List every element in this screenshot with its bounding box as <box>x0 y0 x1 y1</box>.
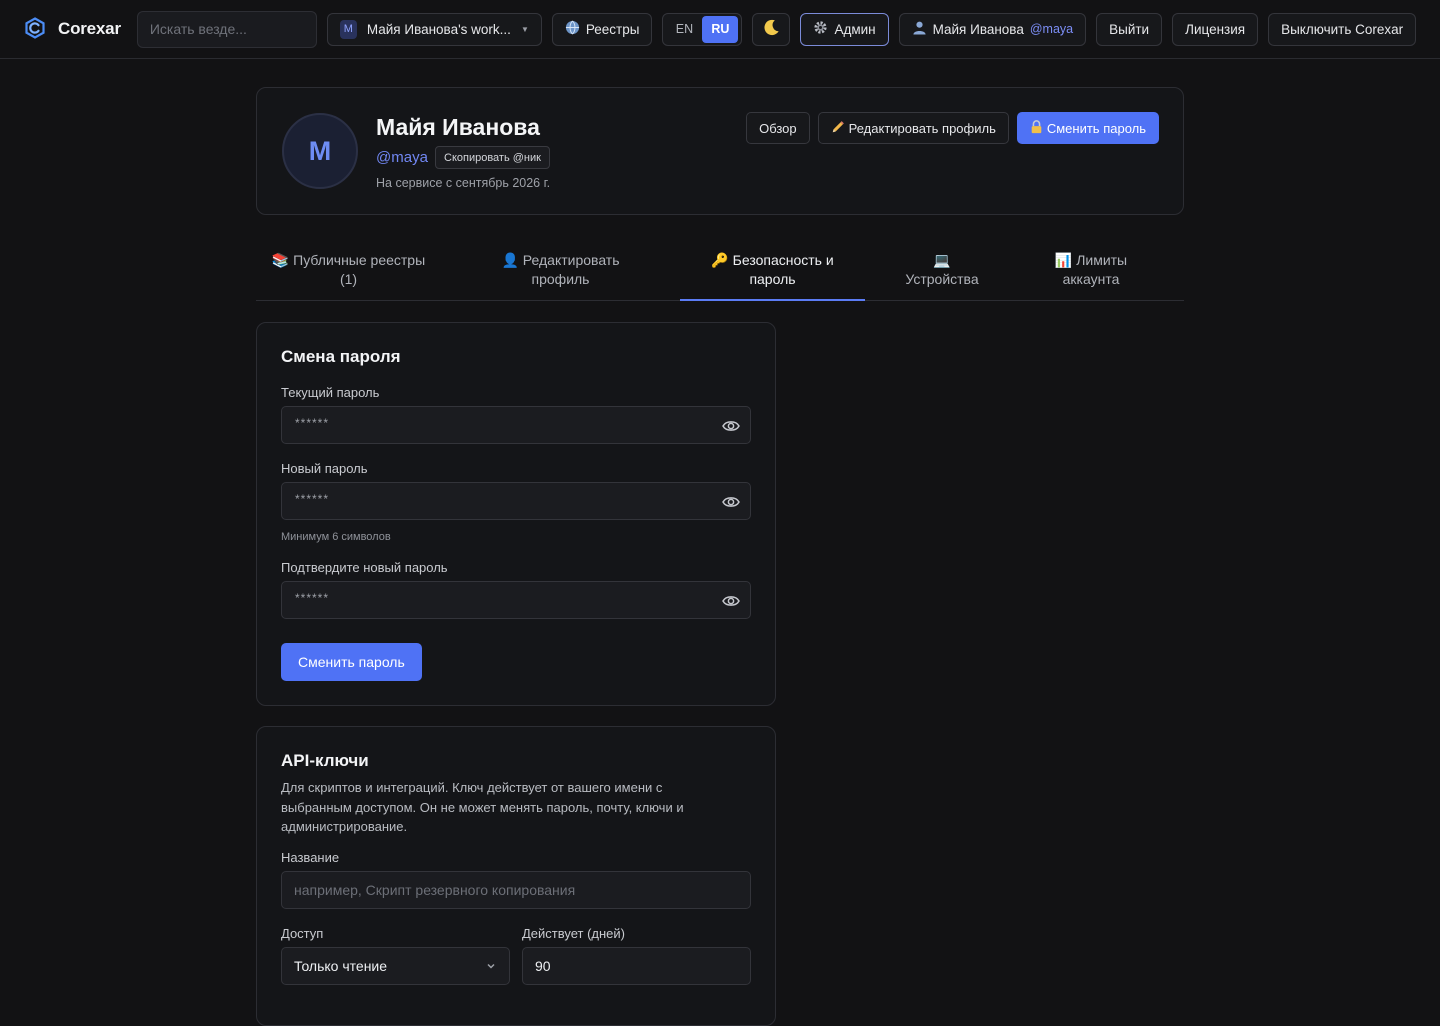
api-keys-card: API-ключи Для скриптов и интеграций. Клю… <box>256 726 776 1026</box>
eye-icon[interactable] <box>721 492 741 512</box>
workspace-avatar: M <box>339 19 357 39</box>
theme-toggle-button[interactable] <box>752 12 791 46</box>
eye-icon[interactable] <box>721 416 741 436</box>
tab-security-line2: пароль <box>749 271 796 287</box>
current-password-field[interactable]: ****** <box>281 406 751 444</box>
valid-days-input[interactable]: 90 <box>522 947 751 985</box>
profile-handle: @maya <box>376 149 428 166</box>
admin-button[interactable]: Админ <box>800 12 889 46</box>
logout-button[interactable]: Выйти <box>1096 12 1163 46</box>
main-content: M Майя Иванова @maya Скопировать @ник На… <box>256 87 1184 1026</box>
shutdown-button[interactable]: Выключить Corexar <box>1268 12 1417 46</box>
lang-ru-button[interactable]: RU <box>702 15 739 43</box>
laptop-icon: 💻 <box>933 252 951 268</box>
tab-security[interactable]: 🔑 Безопасность и пароль <box>680 247 865 301</box>
user-menu-button[interactable]: Майя Иванова @maya <box>898 12 1087 46</box>
books-icon: 📚 <box>271 252 290 268</box>
change-password-submit-button[interactable]: Сменить пароль <box>281 643 422 681</box>
change-password-card: Смена пароля Текущий пароль ****** Новый… <box>256 322 776 706</box>
overview-button[interactable]: Обзор <box>746 112 810 144</box>
change-password-header-label: Сменить пароль <box>1046 120 1146 136</box>
user-name: Майя Иванова <box>932 21 1024 37</box>
user-handle: @maya <box>1029 22 1074 36</box>
api-key-name-input[interactable] <box>281 871 751 909</box>
confirm-password-value: ****** <box>295 591 330 605</box>
pencil-icon <box>831 120 845 137</box>
corexar-logo-icon <box>24 16 46 42</box>
tab-devices[interactable]: 💻 Устройства <box>892 247 992 301</box>
bar-chart-icon: 📊 <box>1054 252 1073 268</box>
lang-en-button[interactable]: EN <box>666 16 702 43</box>
registries-button[interactable]: Реестры <box>551 12 653 46</box>
overview-label: Обзор <box>759 120 797 136</box>
tab-public-line2: (1) <box>339 271 358 287</box>
key-icon: 🔑 <box>711 252 729 268</box>
access-label: Доступ <box>281 926 324 941</box>
access-select[interactable]: Только чтение <box>281 947 510 985</box>
search-input[interactable] <box>136 10 317 48</box>
profile-tabs: 📚 Публичные реестры (1) 👤 Редактировать … <box>256 247 1184 301</box>
tab-edit-profile[interactable]: 👤 Редактировать профиль <box>468 247 653 301</box>
tab-public-registries[interactable]: 📚 Публичные реестры (1) <box>256 247 441 301</box>
valid-days-label: Действует (дней) <box>522 926 626 941</box>
workspace-label: Майя Иванова's work... <box>366 21 511 37</box>
password-hint: Минимум 6 символов <box>281 531 391 543</box>
workspace-switcher[interactable]: M Майя Иванова's work... ▼ <box>326 12 542 46</box>
top-bar: Corexar M Майя Иванова's work... ▼ Реест… <box>0 0 1440 59</box>
globe-icon <box>565 20 580 38</box>
tab-limits-line1: Лимиты <box>1076 252 1128 268</box>
brand[interactable]: Corexar <box>24 16 121 42</box>
chevron-down-icon <box>485 959 497 975</box>
tab-limits-line2: аккаунта <box>1062 271 1120 287</box>
tab-public-line1: Публичные реестры <box>293 252 426 268</box>
profile-name: Майя Иванова <box>376 114 540 140</box>
new-password-label: Новый пароль <box>281 461 368 476</box>
admin-label: Админ <box>834 21 876 37</box>
new-password-value: ****** <box>295 492 330 506</box>
eye-icon[interactable] <box>721 591 741 611</box>
current-password-label: Текущий пароль <box>281 385 380 400</box>
edit-profile-label: Редактировать профиль <box>848 120 996 136</box>
language-switcher: EN RU <box>662 12 743 46</box>
api-key-name-label: Название <box>281 850 340 865</box>
tab-edit-line1: Редактировать <box>522 252 620 268</box>
valid-days-value: 90 <box>535 958 551 974</box>
confirm-password-field[interactable]: ****** <box>281 581 751 619</box>
user-icon: 👤 <box>501 252 519 268</box>
tab-edit-line2: профиль <box>531 271 590 287</box>
edit-profile-button[interactable]: Редактировать профиль <box>817 112 1009 144</box>
api-keys-description: Для скриптов и интеграций. Ключ действуе… <box>281 780 684 834</box>
change-password-title: Смена пароля <box>281 347 401 366</box>
license-button[interactable]: Лицензия <box>1172 12 1259 46</box>
confirm-password-label: Подтвердите новый пароль <box>281 560 448 575</box>
api-keys-title: API-ключи <box>281 751 369 770</box>
member-since: На сервисе с сентябрь 2026 г. <box>376 176 551 190</box>
chevron-down-icon: ▼ <box>520 24 529 34</box>
avatar: M <box>282 113 358 189</box>
tab-account-limits[interactable]: 📊 Лимиты аккаунта <box>1026 247 1156 301</box>
new-password-field[interactable]: ****** <box>281 482 751 520</box>
lock-icon <box>1030 119 1043 137</box>
user-icon <box>912 20 927 38</box>
brand-name: Corexar <box>58 19 121 38</box>
change-password-header-button[interactable]: Сменить пароль <box>1016 112 1159 144</box>
gear-icon <box>813 20 828 38</box>
profile-header-card: M Майя Иванова @maya Скопировать @ник На… <box>256 87 1184 215</box>
registries-label: Реестры <box>585 21 640 37</box>
access-value: Только чтение <box>294 958 388 974</box>
copy-handle-button[interactable]: Скопировать @ник <box>435 146 550 169</box>
profile-actions: Обзор Редактировать профиль Сменить паро… <box>746 112 1159 144</box>
moon-icon <box>762 18 781 40</box>
tab-security-line1: Безопасность и <box>732 252 834 268</box>
current-password-value: ****** <box>295 416 330 430</box>
tab-devices-label: Устройства <box>905 271 979 287</box>
